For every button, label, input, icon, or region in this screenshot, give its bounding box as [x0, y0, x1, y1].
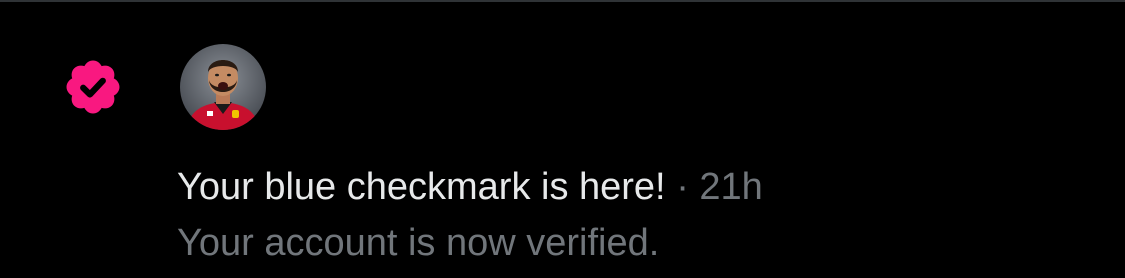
notification-title-line: Your blue checkmark is here! · 21h — [177, 164, 763, 210]
separator-dot: · — [676, 166, 689, 208]
verified-badge-icon — [66, 60, 120, 114]
notification-body: Your account is now verified. — [177, 222, 660, 264]
notification-title: Your blue checkmark is here! — [177, 166, 666, 208]
avatar[interactable] — [180, 44, 266, 130]
user-avatar-image — [180, 44, 266, 130]
notification-item[interactable]: Your blue checkmark is here! · 21h Your … — [0, 2, 1125, 278]
timestamp[interactable]: 21h — [699, 166, 762, 208]
